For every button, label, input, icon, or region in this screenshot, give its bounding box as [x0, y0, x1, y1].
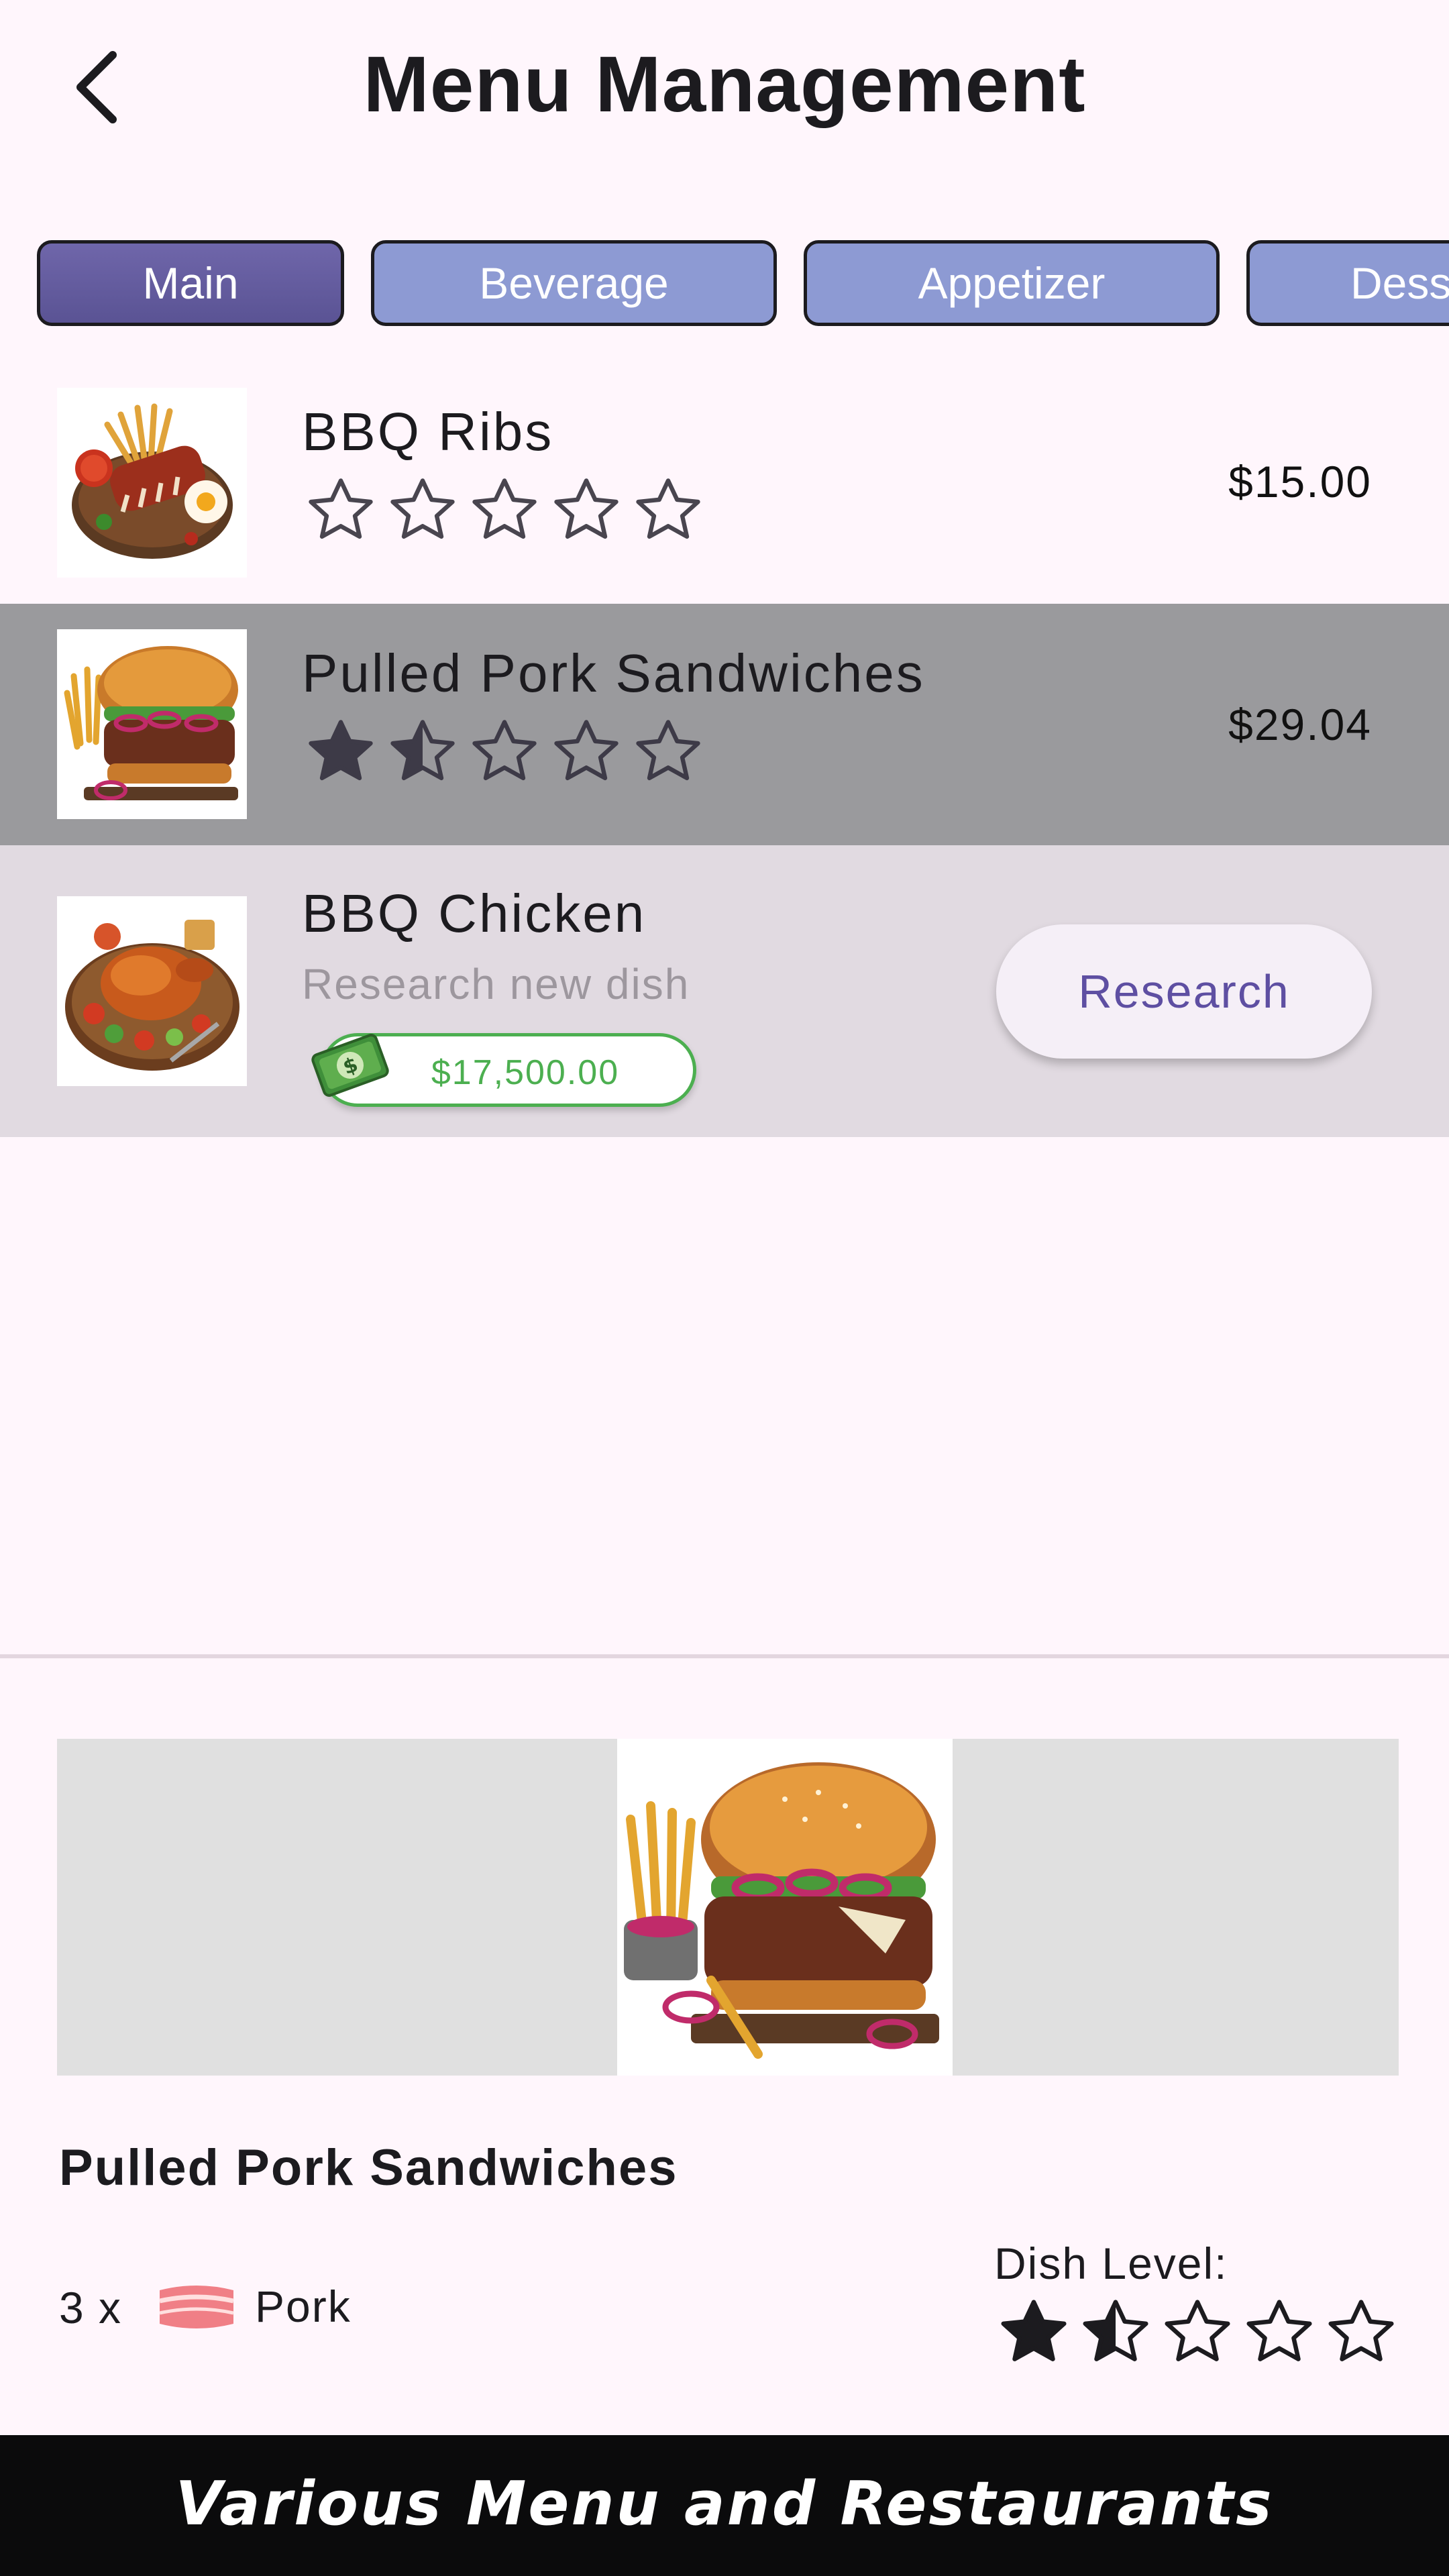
dish-rating — [303, 714, 706, 788]
dish-level-label: Dish Level: — [994, 2239, 1228, 2288]
star-empty-icon — [303, 473, 378, 547]
dish-rating — [303, 473, 706, 547]
pulled-pork-image — [617, 1739, 953, 2076]
pulled-pork-image — [57, 629, 247, 819]
tab-beverage[interactable]: Beverage — [371, 240, 777, 326]
app-header: Menu Management — [0, 0, 1449, 181]
star-empty-icon — [467, 714, 542, 788]
star-empty-icon — [631, 473, 706, 547]
category-tabs: Main Beverage Appetizer Dess — [0, 240, 1449, 327]
dish-name: Pulled Pork Sandwiches — [302, 643, 925, 703]
detail-dish-title: Pulled Pork Sandwiches — [59, 2139, 678, 2196]
dish-row-bbq-ribs[interactable]: BBQ Ribs $15.00 — [0, 362, 1449, 604]
star-half-icon — [1077, 2294, 1154, 2369]
dish-price: $29.04 — [1228, 700, 1372, 749]
star-empty-icon — [631, 714, 706, 788]
tab-appetizer[interactable]: Appetizer — [804, 240, 1220, 326]
promo-footer: Various Menu and Restaurants — [0, 2435, 1449, 2576]
dish-row-pulled-pork[interactable]: Pulled Pork Sandwiches $29.04 — [0, 604, 1449, 845]
dish-price: $15.00 — [1228, 457, 1372, 506]
star-empty-icon — [549, 473, 624, 547]
tab-dessert[interactable]: Dess — [1246, 240, 1449, 326]
money-icon: $ — [310, 1025, 390, 1106]
star-half-icon — [385, 714, 460, 788]
tab-main[interactable]: Main — [37, 240, 344, 326]
section-divider — [0, 1654, 1449, 1658]
star-empty-icon — [467, 473, 542, 547]
promo-caption: Various Menu and Restaurants — [175, 2469, 1274, 2539]
star-filled-icon — [303, 714, 378, 788]
ingredient-name: Pork — [255, 2282, 352, 2331]
bbq-ribs-image — [57, 388, 247, 578]
star-empty-icon — [1241, 2294, 1318, 2369]
bbq-chicken-image — [57, 896, 247, 1086]
research-button[interactable]: Research — [996, 924, 1372, 1059]
dish-row-bbq-chicken: BBQ Chicken Research new dish $17,500.00… — [0, 845, 1449, 1137]
star-empty-icon — [1323, 2294, 1399, 2369]
page-title: Menu Management — [363, 40, 1086, 129]
ingredient-quantity: 3 x — [59, 2283, 123, 2332]
star-empty-icon — [1159, 2294, 1236, 2369]
dish-name: BBQ Chicken — [302, 883, 647, 943]
dish-level-rating — [996, 2294, 1399, 2369]
pork-icon — [153, 2281, 240, 2333]
star-empty-icon — [549, 714, 624, 788]
star-filled-icon — [996, 2294, 1072, 2369]
star-empty-icon — [385, 473, 460, 547]
dish-name: BBQ Ribs — [302, 402, 554, 462]
dish-detail-banner — [57, 1739, 1399, 2076]
research-subtitle: Research new dish — [302, 960, 690, 1008]
